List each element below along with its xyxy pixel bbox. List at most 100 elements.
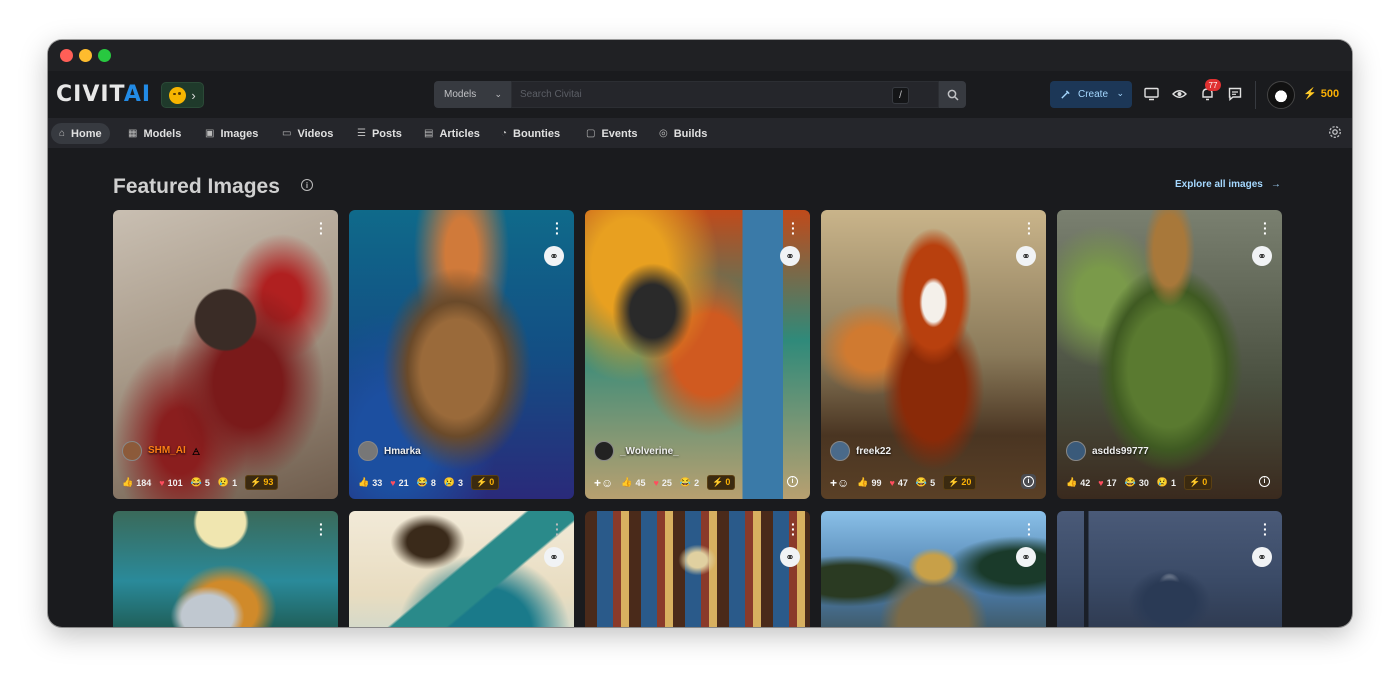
laugh-icon: 😂	[679, 477, 692, 487]
add-reaction-icon[interactable]: +☺	[830, 476, 849, 490]
buzz-count: 93	[263, 477, 274, 487]
nav-item-home[interactable]: ⌂ Home	[51, 123, 110, 144]
featured-image-card[interactable]: · · · ⚭	[1057, 511, 1282, 627]
buzz-tip-button[interactable]: ⚡ 20	[943, 475, 977, 490]
more-options-icon[interactable]: · · ·	[319, 216, 324, 240]
civitai-logo[interactable]: CIVITAI	[56, 84, 151, 106]
remix-link-icon[interactable]: ⚭	[544, 547, 564, 567]
nav-item-articles[interactable]: ▤ Articles	[416, 123, 488, 144]
more-options-icon[interactable]: · · ·	[791, 517, 796, 541]
image-info-button[interactable]: i	[785, 474, 800, 489]
featured-image-card[interactable]: · · · ⚭ asdds99777 👍 42 ♥ 17 😂 30 😢 1 ⚡ 0 i	[1057, 210, 1282, 499]
card-user[interactable]: Hmarka	[358, 441, 421, 461]
buzz-tip-button[interactable]: ⚡ 0	[707, 475, 736, 490]
cry-icon: 😢	[217, 477, 230, 487]
featured-image-card[interactable]: · · · ⚭	[821, 511, 1046, 627]
search-icon[interactable]	[939, 81, 966, 108]
nav-item-events[interactable]: ▢ Events	[578, 123, 646, 144]
heart-reaction[interactable]: ♥ 101	[159, 478, 182, 488]
nav-item-videos[interactable]: ▭ Videos	[274, 123, 341, 144]
heart-reaction[interactable]: ♥ 47	[890, 478, 908, 488]
remix-link-icon[interactable]: ⚭	[1016, 246, 1036, 266]
image-info-button[interactable]: i	[1257, 474, 1272, 489]
info-icon[interactable]: i	[301, 179, 313, 191]
remix-link-icon[interactable]: ⚭	[780, 547, 800, 567]
create-button[interactable]: Create ⌄	[1050, 81, 1132, 108]
heart-reaction[interactable]: ♥ 25	[654, 478, 672, 488]
laugh-reaction[interactable]: 😂 8	[417, 477, 436, 488]
card-user[interactable]: asdds99777	[1066, 441, 1149, 461]
nav-item-posts[interactable]: ☰ Posts	[349, 123, 410, 144]
more-options-icon[interactable]: · · ·	[1027, 216, 1032, 240]
cry-reaction[interactable]: 😢 3	[444, 477, 463, 488]
like-reaction[interactable]: 👍 45	[621, 477, 645, 488]
buzz-amount: 500	[1320, 87, 1340, 100]
nav-item-builds[interactable]: ◎ Builds	[651, 123, 715, 144]
like-reaction[interactable]: 👍 99	[857, 477, 881, 488]
laugh-reaction[interactable]: 😂 2	[680, 477, 699, 488]
more-options-icon[interactable]: · · ·	[1263, 517, 1268, 541]
more-options-icon[interactable]: · · ·	[555, 216, 560, 240]
search-type-select[interactable]: Models ⌄	[434, 81, 511, 108]
explore-all-images-link[interactable]: Explore all images →	[1175, 179, 1281, 190]
close-window-button[interactable]	[60, 49, 73, 62]
heart-count: 47	[897, 477, 908, 488]
featured-image-card[interactable]: · · · ⚭	[585, 511, 810, 627]
laugh-reaction[interactable]: 😂 5	[916, 477, 935, 488]
heart-count: 25	[661, 477, 672, 488]
nav-item-bounties[interactable]: ◔ Bounties	[493, 123, 568, 144]
more-options-icon[interactable]: · · ·	[1027, 517, 1032, 541]
buzz-tip-button[interactable]: ⚡ 0	[1184, 475, 1213, 490]
featured-image-card[interactable]: · · ·	[113, 511, 338, 627]
remix-link-icon[interactable]: ⚭	[1252, 246, 1272, 266]
emoji-status-button[interactable]: ›	[161, 82, 204, 108]
eye-icon[interactable]	[1170, 85, 1188, 103]
remix-link-icon[interactable]: ⚭	[780, 246, 800, 266]
featured-image-card[interactable]: · · · ⚭ _Wolverine_ +☺ 👍 45 ♥ 25 😂 2 ⚡ 0 i	[585, 210, 810, 499]
like-reaction[interactable]: 👍 184	[122, 477, 151, 488]
more-options-icon[interactable]: · · ·	[319, 517, 324, 541]
reaction-bar: 👍 184 ♥ 101 😂 5 😢 1 ⚡ 93	[122, 475, 279, 490]
more-options-icon[interactable]: · · ·	[791, 216, 796, 240]
search-input[interactable]: Search Civitai /	[511, 81, 939, 108]
nav-item-models[interactable]: ▦ Models	[120, 123, 189, 144]
cry-icon: 😢	[1156, 477, 1169, 487]
buzz-tip-button[interactable]: ⚡ 93	[245, 475, 279, 490]
like-reaction[interactable]: 👍 33	[358, 477, 382, 488]
minimize-window-button[interactable]	[79, 49, 92, 62]
more-options-icon[interactable]: · · ·	[1263, 216, 1268, 240]
lightning-icon: ⚡	[712, 477, 724, 487]
cry-reaction[interactable]: 😢 1	[1157, 477, 1176, 488]
nav-item-images[interactable]: ▣ Images	[197, 123, 266, 144]
card-user[interactable]: _Wolverine_	[594, 441, 679, 461]
remix-link-icon[interactable]: ⚭	[544, 246, 564, 266]
laugh-reaction[interactable]: 😂 30	[1125, 477, 1149, 488]
article-icon: ▤	[424, 128, 434, 139]
maximize-window-button[interactable]	[98, 49, 111, 62]
monitor-icon[interactable]	[1142, 85, 1160, 103]
gear-icon[interactable]	[1328, 125, 1344, 141]
notification-count-badge: 77	[1205, 79, 1221, 91]
heart-reaction[interactable]: ♥ 17	[1098, 478, 1116, 488]
add-reaction-icon[interactable]: +☺	[594, 476, 613, 490]
featured-image-card[interactable]: · · · ⚭ Hmarka 👍 33 ♥ 21 😂 8 😢 3 ⚡ 0	[349, 210, 574, 499]
heart-reaction[interactable]: ♥ 21	[390, 478, 408, 488]
cry-reaction[interactable]: 😢 1	[218, 477, 237, 488]
chat-icon[interactable]	[1226, 85, 1244, 103]
laugh-reaction[interactable]: 😂 5	[191, 477, 210, 488]
lightning-icon: ⚡	[250, 477, 262, 487]
image-info-button[interactable]: i	[1021, 474, 1036, 489]
featured-image-card[interactable]: · · · SHM_AI 🜁 👍 184 ♥ 101 😂 5 😢 1 ⚡ 93	[113, 210, 338, 499]
featured-image-card[interactable]: · · · ⚭ freek22 +☺ 👍 99 ♥ 47 😂 5 ⚡ 20 i	[821, 210, 1046, 499]
logo-text-ai: AI	[123, 82, 152, 107]
buzz-balance[interactable]: ⚡ 500	[1303, 87, 1340, 101]
card-user[interactable]: freek22	[830, 441, 891, 461]
buzz-tip-button[interactable]: ⚡ 0	[471, 475, 500, 490]
more-options-icon[interactable]: · · ·	[555, 517, 560, 541]
card-user[interactable]: SHM_AI 🜁	[122, 440, 201, 461]
remix-link-icon[interactable]: ⚭	[1252, 547, 1272, 567]
remix-link-icon[interactable]: ⚭	[1016, 547, 1036, 567]
like-reaction[interactable]: 👍 42	[1066, 477, 1090, 488]
featured-image-card[interactable]: · · · ⚭	[349, 511, 574, 627]
user-avatar[interactable]	[1267, 81, 1295, 109]
